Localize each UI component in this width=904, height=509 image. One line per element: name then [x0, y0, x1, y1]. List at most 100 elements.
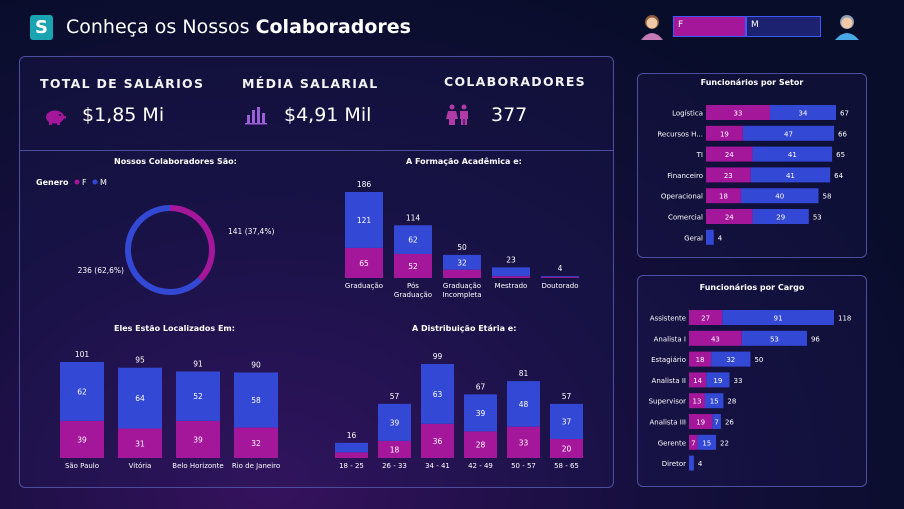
bar-total-label: 91 [193, 360, 203, 369]
location-bar-chart[interactable]: 39 62 101 São Paulo 31 64 95 Vitória 39 52 91 Belo … [40, 338, 310, 478]
bar-m[interactable] [492, 267, 530, 277]
legend-marker-m[interactable] [92, 179, 98, 185]
category-label: Vitória [129, 462, 152, 470]
category-label: 50 - 57 [511, 462, 536, 470]
donut-chart-title: Nossos Colaboradores São: [114, 157, 237, 166]
category-label: Operacional [661, 193, 703, 201]
bar-f-label: 20 [562, 445, 572, 454]
gender-donut-chart[interactable]: Genero F M 141 (37,4%) 236 (62,6%) [30, 170, 320, 310]
category-label: Analista I [654, 335, 686, 343]
category-label: Pós [407, 282, 419, 290]
bar-f-label: 65 [359, 259, 369, 268]
bar-total-label: 99 [433, 352, 443, 361]
category-label: Diretor [662, 460, 686, 468]
bar-total-label: 53 [813, 214, 822, 222]
bar-m-label: 41 [786, 172, 795, 180]
header: S Conheça os Nossos Colaboradores F M [0, 0, 904, 50]
bar-total-label: 64 [834, 172, 843, 180]
education-chart-title: A Formação Acadêmica e: [406, 157, 522, 166]
bar-m-label: 64 [135, 394, 145, 403]
bar-total-label: 65 [836, 151, 845, 159]
bar-f-label: 18 [696, 356, 705, 364]
bar-m-label: 62 [77, 387, 87, 396]
category-label: Analista III [649, 419, 686, 427]
legend-title: Genero [36, 178, 69, 187]
category-label: Incompleta [442, 291, 481, 299]
bar-f-label: 18 [390, 445, 400, 454]
bar-m-label: 37 [562, 417, 572, 426]
bar-f[interactable] [492, 276, 530, 278]
bar-total-label: 16 [347, 431, 357, 440]
kpi-divider [20, 150, 613, 151]
bar-total-label: 4 [558, 264, 563, 273]
bar-m-label: 29 [776, 214, 785, 222]
male-avatar-icon[interactable] [834, 12, 860, 40]
bar-f-label: 52 [408, 262, 418, 271]
bar-total-label: 95 [135, 356, 145, 365]
category-label: TI [696, 151, 703, 159]
bar-m[interactable] [689, 455, 694, 471]
category-label: Gerente [658, 439, 686, 447]
bar-total-label: 4 [718, 234, 723, 242]
donut-label-f: 141 (37,4%) [228, 227, 274, 236]
bar-m-label: 15 [702, 439, 711, 447]
category-label: Financeiro [667, 172, 703, 180]
setor-bar-chart[interactable]: Logística 33 34 67Recursos H... 19 47 66TI 24 41… [637, 92, 867, 256]
bar-f-label: 39 [77, 435, 87, 444]
gender-slicer-f[interactable]: F [673, 16, 746, 37]
bar-f-label: 39 [193, 435, 203, 444]
bar-m[interactable] [706, 229, 714, 245]
gender-slicer-m[interactable]: M [746, 16, 821, 37]
bar-total-label: 90 [251, 360, 261, 369]
kpi-colaboradores-label: COLABORADORES [444, 74, 586, 89]
logo: S [30, 15, 53, 40]
category-label: Geral [684, 234, 703, 242]
bar-f-label: 13 [693, 398, 702, 406]
bar-total-label: 28 [727, 398, 736, 406]
category-label: 26 - 33 [382, 462, 407, 470]
bar-m-label: 15 [710, 398, 719, 406]
bar-f-label: 43 [711, 335, 720, 343]
bar-f-label: 33 [519, 438, 529, 447]
bar-total-label: 58 [823, 193, 832, 201]
cargo-bar-chart[interactable]: Assistente 27 91 118 Analista I 43 53 96 Estagiá… [637, 298, 867, 484]
setor-chart-title: Funcionários por Setor [700, 78, 804, 87]
bar-m-label: 52 [193, 392, 203, 401]
bar-m[interactable] [335, 442, 368, 453]
bar-f-label: 27 [701, 315, 710, 323]
bar-m[interactable] [541, 276, 579, 278]
legend-label-m: M [100, 178, 107, 187]
category-label: Assistente [650, 315, 686, 323]
donut-slice-f[interactable] [169, 205, 215, 282]
bar-f-label: 19 [696, 419, 705, 427]
bar-f-label: 14 [693, 377, 702, 385]
category-label: Mestrado [495, 282, 528, 290]
bar-m-label: 48 [519, 400, 529, 409]
bar-m-label: 39 [390, 418, 400, 427]
age-bar-chart[interactable]: 16 18 - 25 18 39 57 26 - 33 36 63 99 34 - 41 28 39 6… [320, 338, 600, 478]
bar-total-label: 33 [734, 377, 743, 385]
bar-m-label: 34 [799, 110, 808, 118]
bar-chart-icon [245, 107, 267, 125]
education-bar-chart[interactable]: 65121186Graduação5262114PósGraduação3250… [330, 170, 600, 310]
bar-f[interactable] [335, 452, 368, 458]
bar-total-label: 114 [406, 213, 421, 222]
bar-f-label: 36 [433, 437, 443, 446]
bar-f-label: 23 [724, 172, 733, 180]
category-label: Doutorado [541, 282, 578, 290]
bar-f[interactable] [443, 269, 481, 278]
bar-total-label: 57 [390, 392, 400, 401]
female-avatar-icon[interactable] [640, 12, 664, 40]
bar-f-label: 18 [719, 193, 728, 201]
bar-m-label: 41 [788, 151, 797, 159]
legend-marker-f[interactable] [74, 179, 80, 185]
bar-f-label: 7 [691, 439, 695, 447]
bar-total-label: 67 [476, 382, 486, 391]
donut-slice-m[interactable] [125, 205, 203, 295]
bar-m-label: 121 [357, 216, 372, 225]
bar-total-label: 26 [725, 419, 734, 427]
bar-f-label: 28 [476, 441, 486, 450]
bar-total-label: 118 [838, 315, 851, 323]
bar-f[interactable] [541, 277, 579, 278]
bar-f-label: 24 [725, 151, 734, 159]
